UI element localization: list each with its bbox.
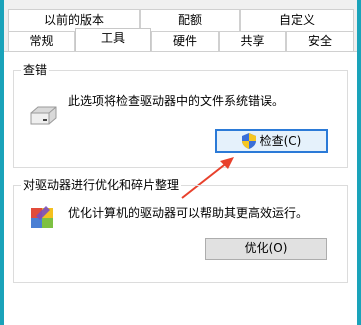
optimize-button[interactable]: 优化(O) — [205, 238, 327, 260]
tab-security[interactable]: 安全 — [286, 31, 354, 51]
tab-row-front: 常规 工具 硬件 共享 安全 — [0, 28, 361, 51]
tab-row-back: 以前的版本 配额 自定义 — [0, 9, 361, 31]
optimize-group: 对驱动器进行优化和碎片整理 — [13, 178, 348, 283]
tab-sharing[interactable]: 共享 — [219, 31, 286, 51]
tab-quota[interactable]: 配额 — [140, 9, 240, 31]
drive-icon — [30, 106, 57, 125]
defrag-icon — [31, 206, 53, 228]
tab-tools[interactable]: 工具 — [75, 28, 151, 51]
optimize-title: 对驱动器进行优化和碎片整理 — [21, 178, 182, 192]
tab-general[interactable]: 常规 — [8, 31, 75, 51]
optimize-description: 优化计算机的驱动器可以帮助其更高效运行。 — [68, 206, 309, 220]
shield-icon — [241, 133, 256, 149]
check-button-label: 检查(C) — [259, 134, 302, 148]
error-check-title: 查错 — [21, 63, 50, 77]
tab-hardware[interactable]: 硬件 — [151, 31, 219, 51]
check-button[interactable]: 检查(C) — [215, 129, 328, 153]
error-check-description: 此选项将检查驱动器中的文件系统错误。 — [68, 94, 285, 108]
tab-customize[interactable]: 自定义 — [240, 9, 354, 31]
